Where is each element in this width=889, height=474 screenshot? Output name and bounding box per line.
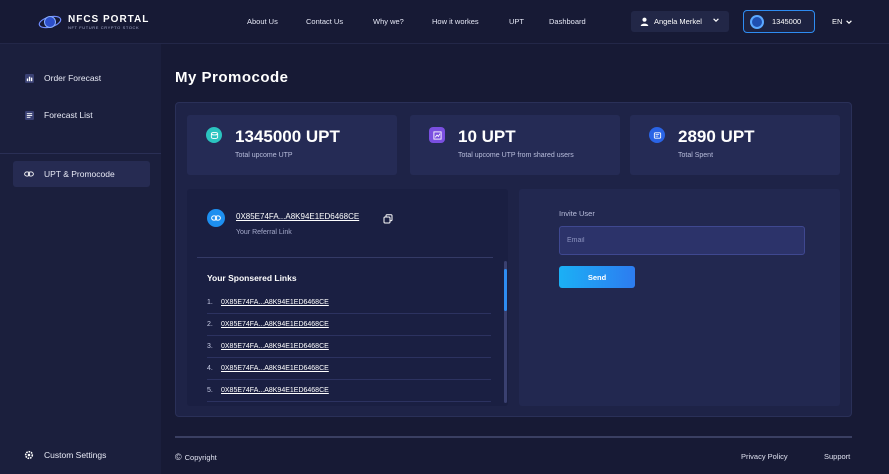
footer-divider xyxy=(175,436,852,438)
footer-copyright: © Copyright xyxy=(175,452,217,462)
list-icon xyxy=(24,110,34,120)
scrollbar-thumb[interactable] xyxy=(504,269,507,311)
copyright-icon: © xyxy=(175,452,182,462)
list-item: 2. 0X85E74FA...A8K94E1ED6468CE xyxy=(207,314,491,336)
invite-user-label: Invite User xyxy=(559,209,595,218)
balance-button[interactable]: 1345000 xyxy=(743,10,815,33)
sidebar: Order Forecast Forecast List UPT & Promo… xyxy=(0,44,161,474)
brand-subtitle: NFT FUTURE CRYPTO STOCK xyxy=(68,24,140,30)
language-label: EN xyxy=(832,17,843,26)
wallet-icon xyxy=(649,127,665,143)
sidebar-divider xyxy=(0,153,161,154)
nav-dashboard[interactable]: Dashboard xyxy=(549,17,586,26)
chart-trend-icon xyxy=(429,127,445,143)
nav-about-us[interactable]: About Us xyxy=(247,17,278,26)
sponsored-link[interactable]: 0X85E74FA...A8K94E1ED6468CE xyxy=(221,365,329,372)
sponsored-links-title: Your Sponsered Links xyxy=(207,273,297,283)
list-item: 1. 0X85E74FA...A8K94E1ED6468CE xyxy=(207,292,491,314)
referral-panel: 0X85E74FA...A8K94E1ED6468CE Your Referra… xyxy=(187,189,508,406)
support-link[interactable]: Support xyxy=(824,452,850,461)
link-icon xyxy=(207,209,225,227)
chevron-down-icon xyxy=(846,19,853,24)
user-menu-button[interactable]: Angela Merkel xyxy=(631,11,729,32)
sidebar-item-forecast-list[interactable]: Forecast List xyxy=(0,102,161,128)
list-item-number: 3. xyxy=(207,343,213,350)
stat-label: Total upcome UTP xyxy=(235,152,293,159)
sidebar-item-order-forecast[interactable]: Order Forecast xyxy=(0,65,161,91)
user-name: Angela Merkel xyxy=(654,17,702,26)
coins-stack-icon xyxy=(206,127,222,143)
email-field[interactable] xyxy=(559,226,805,255)
list-item: 3. 0X85E74FA...A8K94E1ED6468CE xyxy=(207,336,491,358)
nav-contact-us[interactable]: Contact Us xyxy=(306,17,343,26)
list-item-number: 5. xyxy=(207,387,213,394)
copy-icon[interactable] xyxy=(383,211,393,229)
list-item: 5. 0X85E74FA...A8K94E1ED6468CE xyxy=(207,380,491,402)
stat-label: Total Spent xyxy=(678,152,714,159)
list-item-number: 1. xyxy=(207,299,213,306)
stat-card-total-spent: 2890 UPT Total Spent xyxy=(630,115,840,175)
nav-how-it-works[interactable]: How it workes xyxy=(432,17,479,26)
send-button[interactable]: Send xyxy=(559,266,635,288)
bar-chart-icon xyxy=(24,73,34,83)
sponsored-link[interactable]: 0X85E74FA...A8K94E1ED6468CE xyxy=(221,387,329,394)
brand-logo[interactable]: NFCS PORTAL NFT FUTURE CRYPTO STOCK xyxy=(38,12,149,32)
stat-label: Total upcome UTP from shared users xyxy=(458,152,574,159)
chevron-down-icon xyxy=(713,18,719,23)
stat-value: 2890 UPT xyxy=(678,127,755,146)
sidebar-item-label: Forecast List xyxy=(44,110,93,120)
nav-upt[interactable]: UPT xyxy=(509,17,524,26)
top-header: NFCS PORTAL NFT FUTURE CRYPTO STOCK Abou… xyxy=(0,0,889,44)
link-icon xyxy=(24,169,34,179)
stat-value: 10 UPT xyxy=(458,127,516,146)
invite-panel: Invite User Send xyxy=(519,189,840,406)
sponsored-link[interactable]: 0X85E74FA...A8K94E1ED6468CE xyxy=(221,321,329,328)
stat-value: 1345000 UPT xyxy=(235,127,340,146)
sponsored-link[interactable]: 0X85E74FA...A8K94E1ED6468CE xyxy=(221,343,329,350)
copyright-text: Copyright xyxy=(184,452,217,462)
stat-card-shared-upcome: 10 UPT Total upcome UTP from shared user… xyxy=(410,115,620,175)
gear-icon xyxy=(24,450,34,460)
sidebar-item-custom-settings[interactable]: Custom Settings xyxy=(0,442,161,468)
balance-value: 1345000 xyxy=(772,17,802,26)
referral-link[interactable]: 0X85E74FA...A8K94E1ED6468CE xyxy=(236,212,359,221)
sidebar-item-label: Custom Settings xyxy=(44,450,107,460)
language-selector[interactable]: EN xyxy=(832,17,853,26)
referral-link-label: Your Referral Link xyxy=(236,229,292,236)
list-item-number: 4. xyxy=(207,365,213,372)
brand-title: NFCS PORTAL xyxy=(68,13,150,25)
sidebar-item-label: UPT & Promocode xyxy=(44,169,115,179)
panel-divider xyxy=(197,257,493,258)
privacy-policy-link[interactable]: Privacy Policy xyxy=(741,452,788,461)
sponsored-link[interactable]: 0X85E74FA...A8K94E1ED6468CE xyxy=(221,299,329,306)
stat-card-total-upcome: 1345000 UPT Total upcome UTP xyxy=(187,115,397,175)
list-item: 4. 0X85E74FA...A8K94E1ED6468CE xyxy=(207,358,491,380)
globe-logo-icon xyxy=(38,15,62,29)
sidebar-item-label: Order Forecast xyxy=(44,73,102,83)
sidebar-item-upt-promocode[interactable]: UPT & Promocode xyxy=(13,161,150,187)
list-item-number: 2. xyxy=(207,321,213,328)
page-title: My Promocode xyxy=(175,69,289,86)
nav-why-we[interactable]: Why we? xyxy=(373,17,404,26)
user-icon xyxy=(640,17,649,26)
coin-icon xyxy=(750,14,764,29)
